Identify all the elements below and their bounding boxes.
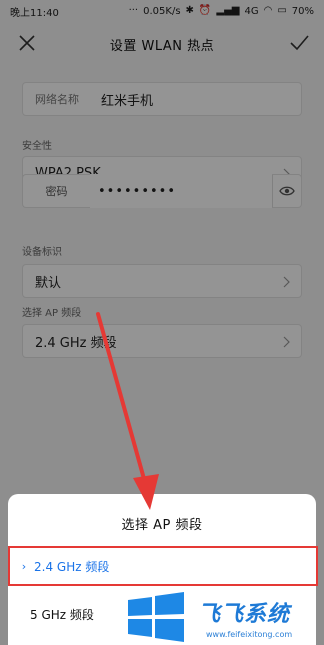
watermark-url: www.feifeixitong.com bbox=[206, 630, 293, 639]
band-option-label: 5 GHz 频段 bbox=[30, 607, 94, 622]
sheet-title: 选择 AP 频段 bbox=[121, 518, 203, 533]
watermark-brand: 飞飞系统 bbox=[198, 602, 291, 627]
watermark: 飞飞系统 www.feifeixitong.com bbox=[124, 592, 324, 645]
band-option-label: 2.4 GHz 频段 bbox=[34, 559, 110, 574]
band-option-2-4ghz[interactable]: › 2.4 GHz 频段 bbox=[8, 546, 318, 586]
selected-chevron-icon: › bbox=[21, 559, 27, 573]
windows-logo-icon bbox=[128, 592, 184, 642]
